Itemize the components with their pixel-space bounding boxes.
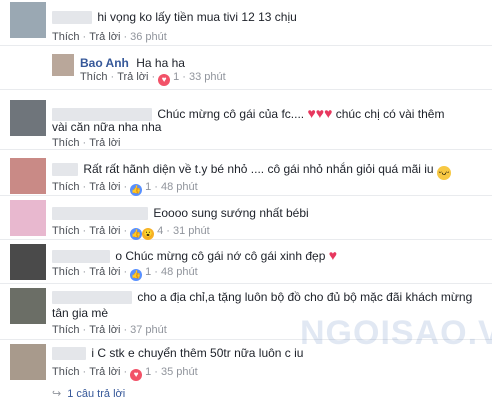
like-reaction-icon[interactable]: 👍 [130,269,143,281]
comment: o Chúc mừng cô gái nớ cô gái xinh đẹp ♥ … [0,240,492,284]
comment-meta: Thích · Trả lời · 37 phút [52,324,167,336]
heart-icon: ♥♥♥ [307,105,333,121]
like-link[interactable]: Thích [52,225,80,237]
avatar[interactable] [10,2,46,38]
reply-arrow-icon: ↪ [52,388,62,400]
reaction-count[interactable]: 1 [145,266,151,278]
blurred-name [52,250,110,264]
like-link[interactable]: Thích [52,266,80,278]
avatar[interactable] [10,100,46,136]
avatar[interactable] [10,158,46,194]
comment-meta: Thích · Trả lời · 👍 1 · 48 phút [52,181,198,196]
comment-text: o Chúc mừng cô gái nớ cô gái xinh đẹp [115,249,326,263]
like-link[interactable]: Thích [80,71,108,83]
comment-text: i C stk e chuyển thêm 50tr nữa luôn c iu [91,346,304,360]
view-replies-link[interactable]: ↪ 1 câu trả lời [52,387,125,400]
replies-count-label[interactable]: 1 câu trả lời [67,388,125,400]
reply-link[interactable]: Trả lời [89,266,120,278]
timestamp[interactable]: 33 phút [189,71,226,83]
comment-text: hi vọng ko lấy tiền mua tivi 12 13 chịu [97,10,297,24]
blurred-name [52,291,132,305]
comment: Rất rất hãnh diện về t.y bé nhỏ .... cô … [0,150,492,196]
comment-text: cho a địa chỉ,a tặng luôn bộ đồ cho đủ b… [137,290,473,304]
comment-text-wrap: tân gia mè [52,306,109,320]
wow-reaction-icon[interactable]: 😮 [142,228,155,240]
heart-icon: ♥ [328,247,338,263]
love-reaction-icon[interactable]: ♥ [130,369,143,381]
reply-link[interactable]: Trả lời [89,324,120,336]
timestamp[interactable]: 48 phút [161,266,198,278]
reaction-count[interactable]: 1 [173,71,179,83]
comment-meta: Thích · Trả lời · 36 phút [52,31,167,43]
timestamp[interactable]: 48 phút [161,181,198,193]
grin-emoji-icon: ᵕᴗᵕ [436,166,451,180]
timestamp[interactable]: 37 phút [130,324,167,336]
like-link[interactable]: Thích [52,137,80,149]
comment-meta: Thích · Trả lời · 👍 😮 4 · 31 phút [52,225,210,240]
reply-link[interactable]: Trả lời [89,366,120,378]
avatar[interactable] [10,344,46,380]
comment: Eoooo sung sướng nhất bébi Thích · Trả lời… [0,196,492,240]
comment-text: Ha ha ha [136,56,185,70]
comment-text: Rất rất hãnh diện về t.y bé nhỏ .... cô … [83,162,434,176]
like-reaction-icon[interactable]: 👍 [130,228,143,240]
blurred-name [52,163,78,177]
reaction-count[interactable]: 1 [145,181,151,193]
reply-link[interactable]: Trả lời [89,137,120,149]
comment-text: Chúc mừng cô gái của fc.... [157,107,305,121]
reaction-count[interactable]: 1 [145,366,151,378]
avatar[interactable] [10,200,46,236]
comment: Chúc mừng cô gái của fc.... ♥♥♥ chúc chị… [0,90,492,150]
like-link[interactable]: Thích [52,366,80,378]
reaction-count[interactable]: 4 [157,225,163,237]
blurred-name [52,11,92,25]
comment-text-wrap: vài căn nữa nha nha [52,120,162,134]
like-link[interactable]: Thích [52,31,80,43]
avatar[interactable] [10,244,46,280]
comment-text-continued: chúc chị có vài thêm [335,107,445,121]
love-reaction-icon[interactable]: ♥ [158,74,171,86]
timestamp[interactable]: 35 phút [161,366,198,378]
reply-link[interactable]: Trả lời [89,31,120,43]
reply-link[interactable]: Trả lời [89,181,120,193]
watermark: NGOISAO.VN [300,314,492,352]
comment-text: Eoooo sung sướng nhất bébi [153,206,309,220]
reply-link[interactable]: Trả lời [117,71,148,83]
comment: hi vọng ko lấy tiền mua tivi 12 13 chịu … [0,0,492,46]
like-reaction-icon[interactable]: 👍 [130,184,143,196]
blurred-name [52,207,148,221]
like-link[interactable]: Thích [52,181,80,193]
reply-link[interactable]: Trả lời [89,225,120,237]
blurred-name [52,347,86,361]
timestamp[interactable]: 36 phút [130,31,167,43]
comment-meta: Thích · Trả lời · 👍 1 · 48 phút [52,266,198,281]
comment-meta: Thích · Trả lời [52,137,121,149]
timestamp[interactable]: 31 phút [173,225,210,237]
comment-meta: Thích · Trả lời · ♥ 1 · 33 phút [80,71,226,86]
like-link[interactable]: Thích [52,324,80,336]
avatar[interactable] [52,54,74,76]
author-name[interactable]: Bao Anh [80,56,129,70]
avatar[interactable] [10,288,46,324]
comment-meta: Thích · Trả lời · ♥ 1 · 35 phút [52,366,198,381]
reply: Bao Anh Ha ha ha Thích · Trả lời · ♥ 1 · 33 ph… [0,46,492,90]
